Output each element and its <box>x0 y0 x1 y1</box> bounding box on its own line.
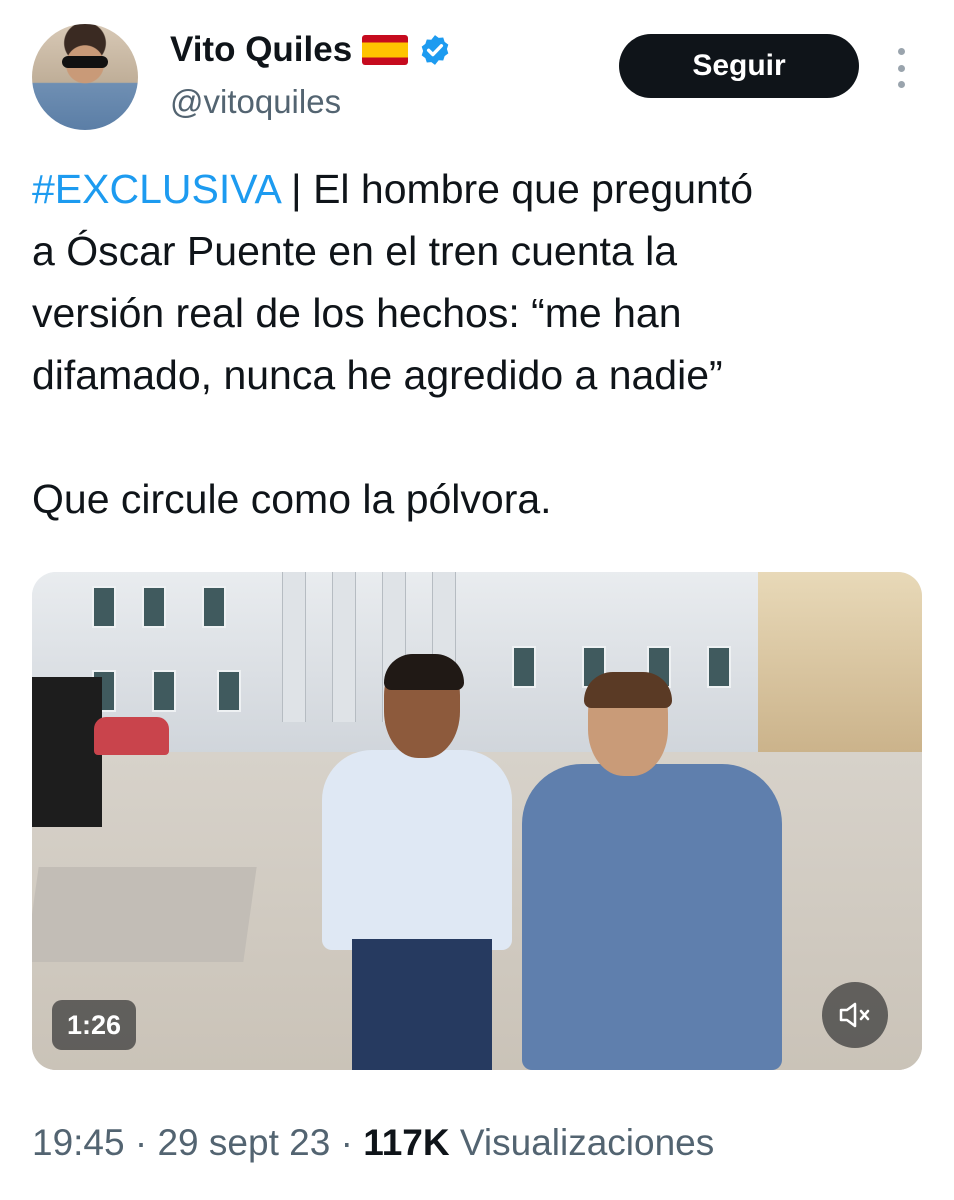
volume-muted-icon[interactable] <box>822 982 888 1048</box>
user-handle[interactable]: @vitoquiles <box>170 83 341 121</box>
video-duration: 1:26 <box>52 1000 136 1050</box>
tweet-meta: 19:45 · 29 sept 23 · 117K Visualizacione… <box>32 1122 714 1164</box>
man-left <box>322 654 512 1070</box>
red-car <box>94 717 169 755</box>
separator: · <box>124 1122 158 1163</box>
separator: · <box>330 1122 364 1163</box>
video-player[interactable]: 1:26 <box>32 572 922 1070</box>
views-label: Visualizaciones <box>449 1122 715 1163</box>
spain-flag-icon <box>362 35 409 65</box>
tweet-date[interactable]: 29 sept 23 <box>157 1122 330 1163</box>
hashtag-link[interactable]: #EXCLUSIVA <box>32 166 280 212</box>
side-building <box>758 572 922 752</box>
man-right <box>522 672 782 1070</box>
user-name-row: Vito Quiles <box>170 30 452 70</box>
sunglasses <box>62 56 108 68</box>
tweet-time[interactable]: 19:45 <box>32 1122 125 1163</box>
stone-block <box>32 867 257 962</box>
follow-button[interactable]: Seguir <box>619 34 859 98</box>
avatar[interactable] <box>32 24 138 130</box>
tweet-body: | El hombre que preguntó a Óscar Puente … <box>32 166 753 522</box>
verified-badge-icon <box>421 35 449 65</box>
views-count: 117K <box>363 1122 450 1163</box>
black-tent <box>32 677 102 827</box>
more-vertical-icon[interactable] <box>890 48 912 88</box>
display-name[interactable]: Vito Quiles <box>170 30 352 70</box>
tweet-text: #EXCLUSIVA | El hombre que preguntó a Ós… <box>32 158 922 530</box>
